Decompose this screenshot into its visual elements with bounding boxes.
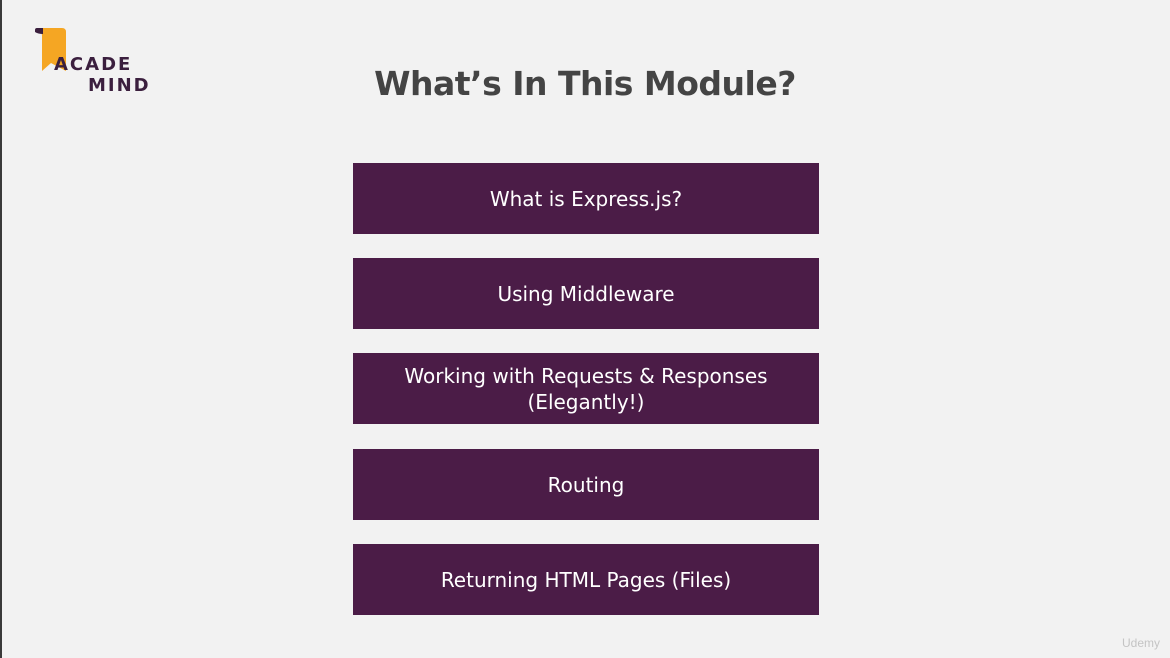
slide: ACADE MIND What’s In This Module? What i…	[0, 0, 1170, 658]
topic-box-requests-responses: Working with Requests & Responses (Elega…	[353, 353, 819, 424]
topic-label: Returning HTML Pages (Files)	[440, 567, 732, 592]
slide-title: What’s In This Module?	[374, 64, 796, 103]
topic-box-middleware: Using Middleware	[353, 258, 819, 329]
topic-box-html-pages: Returning HTML Pages (Files)	[353, 544, 819, 615]
topic-label: Working with Requests & Responses (Elega…	[404, 363, 768, 414]
topic-box-express: What is Express.js?	[353, 163, 819, 234]
topic-box-routing: Routing	[353, 449, 819, 520]
topic-label: Routing	[547, 472, 625, 497]
topic-label: Using Middleware	[497, 281, 675, 306]
topic-label: What is Express.js?	[489, 186, 683, 211]
udemy-watermark: Udemy	[1121, 636, 1160, 650]
